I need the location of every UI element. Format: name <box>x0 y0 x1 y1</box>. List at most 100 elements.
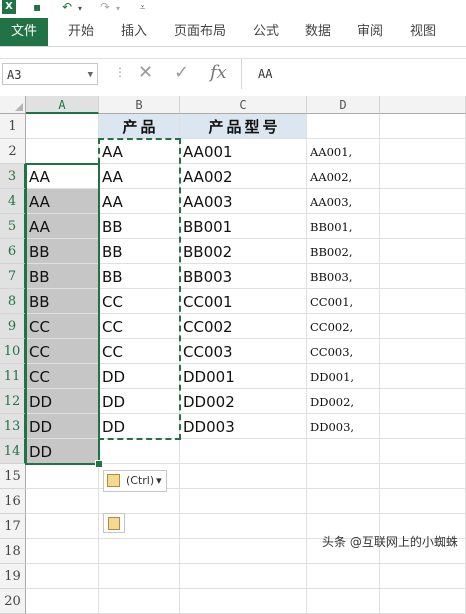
cell-b9[interactable]: CC <box>99 314 180 339</box>
column-header-c[interactable]: C <box>180 96 307 114</box>
redo-dropdown-icon[interactable]: ▾ <box>116 4 120 13</box>
row-header-20[interactable]: 20 <box>0 589 26 614</box>
cell-d10[interactable]: CC003, <box>307 339 380 364</box>
row-header-1[interactable]: 1 <box>0 114 26 139</box>
cell-c20[interactable] <box>180 589 307 614</box>
cell-c8[interactable]: CC001 <box>180 289 307 314</box>
cell-c4[interactable]: AA003 <box>180 189 307 214</box>
cell-b20[interactable] <box>99 589 180 614</box>
cell-c16[interactable] <box>180 489 307 514</box>
cell-d13[interactable]: DD003, <box>307 414 380 439</box>
cell-e8[interactable] <box>380 289 466 314</box>
cell-e4[interactable] <box>380 189 466 214</box>
cell-c1[interactable]: 产品型号 <box>180 114 307 139</box>
row-header-4[interactable]: 4 <box>0 189 26 214</box>
tab-page-layout[interactable]: 页面布局 <box>174 18 226 46</box>
cell-b14[interactable] <box>99 439 180 464</box>
cell-a16[interactable] <box>26 489 99 514</box>
cell-e10[interactable] <box>380 339 466 364</box>
cell-d9[interactable]: CC002, <box>307 314 380 339</box>
row-header-11[interactable]: 11 <box>0 364 26 389</box>
name-box[interactable]: A3 ▼ <box>2 63 98 85</box>
row-header-15[interactable]: 15 <box>0 464 26 489</box>
undo-dropdown-icon[interactable]: ▾ <box>78 4 82 13</box>
row-header-12[interactable]: 12 <box>0 389 26 414</box>
cell-a8[interactable]: BB <box>26 289 99 314</box>
cell-d2[interactable]: AA001, <box>307 139 380 164</box>
tab-view[interactable]: 视图 <box>410 18 436 46</box>
column-header-a[interactable]: A <box>26 96 99 114</box>
paste-options-button[interactable]: (Ctrl) ▾ <box>103 470 167 492</box>
tab-insert[interactable]: 插入 <box>121 18 147 46</box>
cell-d3[interactable]: AA002, <box>307 164 380 189</box>
row-header-6[interactable]: 6 <box>0 239 26 264</box>
cell-e12[interactable] <box>380 389 466 414</box>
tab-formulas[interactable]: 公式 <box>253 18 279 46</box>
formula-input[interactable]: AA <box>258 63 272 85</box>
cell-e9[interactable] <box>380 314 466 339</box>
cell-a10[interactable]: CC <box>26 339 99 364</box>
row-header-2[interactable]: 2 <box>0 139 26 164</box>
cell-e6[interactable] <box>380 239 466 264</box>
cell-b13[interactable]: DD <box>99 414 180 439</box>
cell-c7[interactable]: BB003 <box>180 264 307 289</box>
cell-d12[interactable]: DD002, <box>307 389 380 414</box>
cell-c19[interactable] <box>180 564 307 589</box>
cell-c12[interactable]: DD002 <box>180 389 307 414</box>
enter-icon[interactable]: ✓ <box>174 62 189 83</box>
tab-home[interactable]: 开始 <box>68 18 94 46</box>
cell-c5[interactable]: BB001 <box>180 214 307 239</box>
cell-b12[interactable]: DD <box>99 389 180 414</box>
cell-d4[interactable]: AA003, <box>307 189 380 214</box>
row-header-17[interactable]: 17 <box>0 514 26 539</box>
row-header-8[interactable]: 8 <box>0 289 26 314</box>
cell-e11[interactable] <box>380 364 466 389</box>
cell-b18[interactable] <box>99 539 180 564</box>
cell-b3[interactable]: AA <box>99 164 180 189</box>
row-header-9[interactable]: 9 <box>0 314 26 339</box>
cell-a13[interactable]: DD <box>26 414 99 439</box>
cell-a19[interactable] <box>26 564 99 589</box>
cell-a9[interactable]: CC <box>26 314 99 339</box>
tab-data[interactable]: 数据 <box>305 18 331 46</box>
column-header-e[interactable] <box>380 96 466 114</box>
cell-b10[interactable]: CC <box>99 339 180 364</box>
cell-e1[interactable] <box>380 114 466 139</box>
save-icon[interactable]: ▪ <box>33 0 41 14</box>
row-header-10[interactable]: 10 <box>0 339 26 364</box>
row-header-18[interactable]: 18 <box>0 539 26 564</box>
cancel-icon[interactable]: ✕ <box>138 62 153 83</box>
tab-file[interactable]: 文件 <box>0 18 48 46</box>
row-header-16[interactable]: 16 <box>0 489 26 514</box>
cell-b4[interactable]: AA <box>99 189 180 214</box>
cell-e13[interactable] <box>380 414 466 439</box>
cell-c2[interactable]: AA001 <box>180 139 307 164</box>
cell-c18[interactable] <box>180 539 307 564</box>
cell-a17[interactable] <box>26 514 99 539</box>
cell-a11[interactable]: CC <box>26 364 99 389</box>
fill-handle[interactable] <box>95 460 103 468</box>
cell-a5[interactable]: AA <box>26 214 99 239</box>
cell-a1[interactable] <box>26 114 99 139</box>
cell-d7[interactable]: BB003, <box>307 264 380 289</box>
cell-d6[interactable]: BB002, <box>307 239 380 264</box>
tab-review[interactable]: 审阅 <box>357 18 383 46</box>
cell-e16[interactable] <box>380 489 466 514</box>
cell-c6[interactable]: BB002 <box>180 239 307 264</box>
name-box-dropdown-icon[interactable]: ▼ <box>88 64 93 86</box>
cell-e19[interactable] <box>380 564 466 589</box>
cell-b7[interactable]: BB <box>99 264 180 289</box>
cell-e7[interactable] <box>380 264 466 289</box>
cell-d11[interactable]: DD001, <box>307 364 380 389</box>
cell-a7[interactable]: BB <box>26 264 99 289</box>
cell-b5[interactable]: BB <box>99 214 180 239</box>
cell-b8[interactable]: CC <box>99 289 180 314</box>
cell-a12[interactable]: DD <box>26 389 99 414</box>
cell-c10[interactable]: CC003 <box>180 339 307 364</box>
cell-a3[interactable]: AA <box>26 164 99 189</box>
cell-c11[interactable]: DD001 <box>180 364 307 389</box>
cell-a4[interactable]: AA <box>26 189 99 214</box>
cell-b2[interactable]: AA <box>99 139 180 164</box>
cell-e2[interactable] <box>380 139 466 164</box>
cell-a15[interactable] <box>26 464 99 489</box>
